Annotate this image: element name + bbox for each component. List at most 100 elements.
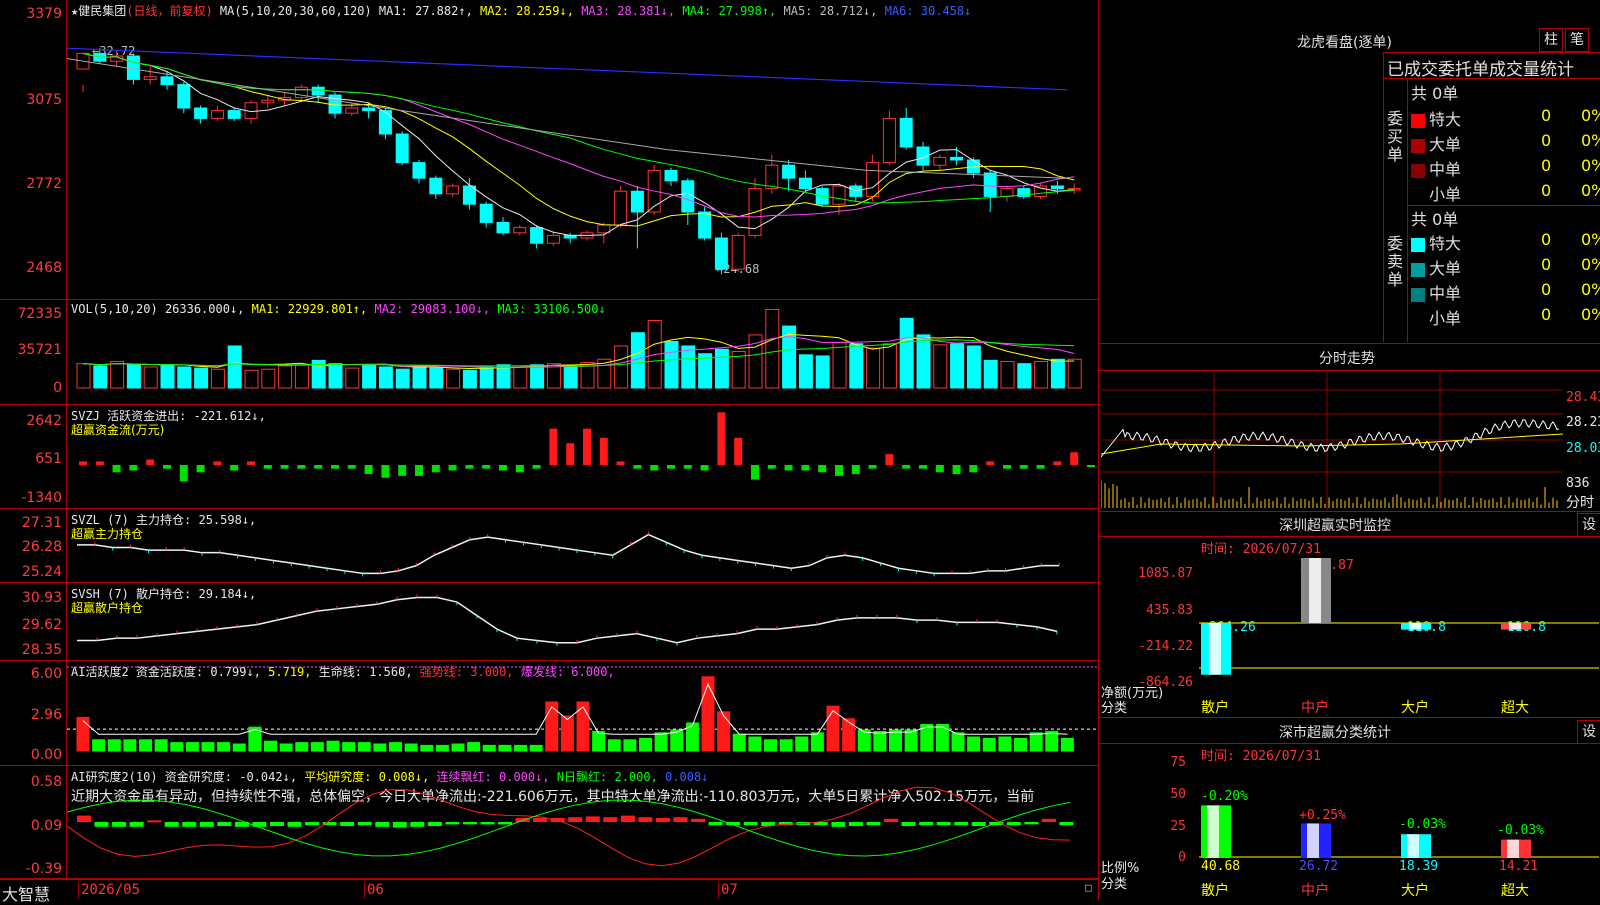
activity-bar <box>982 737 996 752</box>
svzj-chart[interactable] <box>67 405 1097 508</box>
candlestick-chart[interactable] <box>67 18 1097 298</box>
volume-bar <box>194 367 209 389</box>
period-label[interactable]: (日线，前复权) <box>126 4 212 18</box>
candle-body <box>1050 185 1064 190</box>
order-count: 0 <box>1541 305 1552 324</box>
activity-bar <box>232 743 246 752</box>
research-bar <box>94 822 109 827</box>
ma5-value: MA5: 28.712↓, <box>783 4 878 18</box>
avg-price-line <box>1101 433 1563 455</box>
order-percent: 0% <box>1581 156 1600 175</box>
monitor-bar-chart[interactable] <box>1199 558 1599 688</box>
price-tick: 3379 <box>26 6 62 22</box>
svsh-axis: 30.93 29.62 28.35 <box>0 583 67 660</box>
order-percent: 0% <box>1581 106 1600 125</box>
volume-bar <box>177 366 192 389</box>
candle-body <box>630 190 644 213</box>
class-bar-chart[interactable] <box>1199 758 1599 858</box>
order-count: 0 <box>1541 255 1552 274</box>
ai-research-panel[interactable]: 0.58 0.09 -0.39 AI研究度2(10) 资金研究度: -0.042… <box>0 766 1098 879</box>
volume-bar <box>1000 360 1015 389</box>
candle-body <box>597 224 611 234</box>
activity-bar <box>560 715 574 752</box>
divider <box>1099 343 1600 344</box>
svzj-bar <box>515 465 524 473</box>
svsh-chart[interactable] <box>67 583 1097 660</box>
order-percent: 0% <box>1581 305 1600 324</box>
intraday-chart[interactable] <box>1101 372 1563 510</box>
activity-bar <box>826 705 840 752</box>
svzl-tick: 25.24 <box>21 564 62 580</box>
volume-bar <box>429 367 444 389</box>
research-bar <box>392 822 407 828</box>
activity-bar <box>545 701 559 752</box>
activity-bar <box>607 739 621 752</box>
activity-bar <box>342 742 356 752</box>
research-bar <box>620 815 635 822</box>
ai-activity-chart[interactable] <box>67 661 1097 765</box>
class-settings-button[interactable]: 设 <box>1577 720 1600 744</box>
svzl-line <box>77 533 1060 575</box>
research-bar <box>936 822 951 826</box>
svzj-bar <box>633 465 642 469</box>
activity-bar <box>420 744 434 752</box>
dragon-title: 龙虎看盘(逐单) <box>1297 35 1392 51</box>
price-panel[interactable]: 3379 3075 2772 2468 ★健民集团(日线，前复权) MA(5,1… <box>0 0 1098 300</box>
volume-bar <box>681 345 696 389</box>
stock-name[interactable]: ★健民集团 <box>71 4 126 18</box>
monitor-time: 时间: 2026/07/31 <box>1201 542 1321 557</box>
ai-research-tick: 0.58 <box>30 774 62 790</box>
order-percent: 0% <box>1581 181 1600 200</box>
ai-activity-panel[interactable]: 6.00 2.96 0.00 AI活跃度2 资金活跃度: 0.799↓, 5.7… <box>0 661 1098 766</box>
svzj-bar <box>79 461 87 465</box>
order-row: 大单 0 0% <box>1411 255 1600 279</box>
candle-body <box>210 110 224 119</box>
volume-bar <box>1017 363 1032 389</box>
candle-body <box>882 117 896 164</box>
activity-bar <box>326 740 340 752</box>
lock-icon[interactable]: □ <box>1085 881 1092 894</box>
candle-body <box>614 190 628 226</box>
volume-bar <box>698 353 713 389</box>
bar-mode-button[interactable]: 柱 <box>1539 28 1563 52</box>
sell-side-label: 委卖单 <box>1387 234 1404 289</box>
svzl-panel[interactable]: 27.31 26.28 25.24 SVZL (7) 主力持仓: 25.598↓… <box>0 509 1098 583</box>
order-label: 特大 <box>1429 110 1462 129</box>
svzl-tick: 26.28 <box>21 539 62 555</box>
ai-research-chart[interactable] <box>67 766 1097 878</box>
svzj-bar <box>734 437 743 465</box>
svzj-bar <box>683 465 692 469</box>
activity-bar <box>1060 737 1074 752</box>
svzl-chart[interactable] <box>67 509 1097 582</box>
candle-body <box>126 55 140 80</box>
order-color-swatch <box>1411 287 1425 302</box>
candle-body <box>832 185 846 205</box>
candle-body <box>681 180 695 213</box>
research-bar <box>112 822 127 827</box>
activity-bar <box>889 729 902 752</box>
category-label: 超大 <box>1501 883 1529 899</box>
volume-chart[interactable] <box>67 300 1097 404</box>
tick-mode-button[interactable]: 笔 <box>1565 28 1589 52</box>
svsh-panel[interactable]: 30.93 29.62 28.35 SVSH (7) 散户持仓: 29.184↓… <box>0 583 1098 661</box>
svzj-bar <box>230 465 239 471</box>
research-bar <box>147 820 162 823</box>
candle-body <box>546 234 560 244</box>
volume-bar <box>412 365 427 389</box>
svzj-bar <box>146 459 155 465</box>
candle-body <box>933 156 947 166</box>
class-xlabel: 分类 <box>1101 877 1128 892</box>
price-tick: 3075 <box>26 92 62 108</box>
candle-body <box>899 117 913 148</box>
divider <box>1383 78 1600 79</box>
activity-bar <box>279 743 293 752</box>
svzj-panel[interactable]: 2642 651 -1340 SVZJ 活跃资金进出: -221.612↓, 超… <box>0 405 1098 509</box>
monitor-bar-highlight <box>1509 623 1521 630</box>
ma4-value: MA4: 27.998↑, <box>682 4 777 18</box>
svzj-bar <box>835 465 843 476</box>
ma-line <box>82 52 1075 218</box>
monitor-settings-button[interactable]: 设 <box>1577 513 1600 537</box>
volume-panel[interactable]: 72335 35721 0 VOL(5,10,20) 26336.000↓, M… <box>0 300 1098 405</box>
svzj-bar <box>263 465 272 469</box>
svzj-bar <box>784 465 793 471</box>
